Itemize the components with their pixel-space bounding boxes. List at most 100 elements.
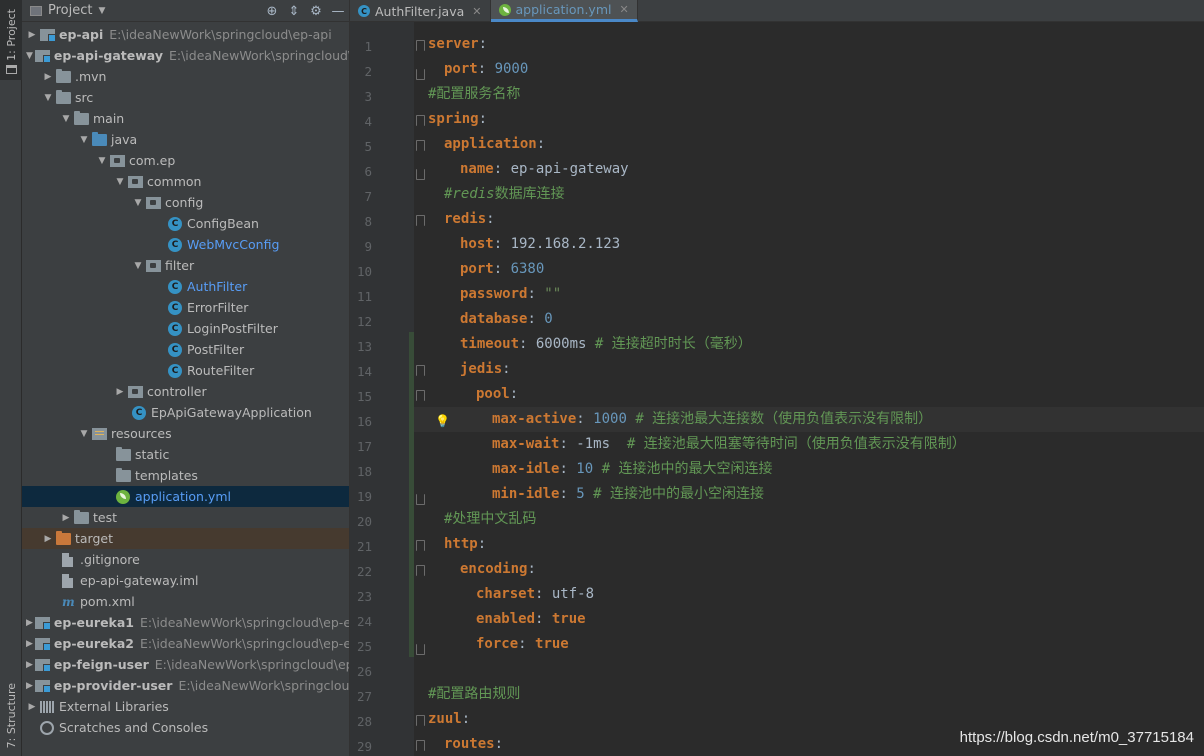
tree-item-ep-api[interactable]: ▶ ep-api E:\ideaNewWork\springcloud\ep-a…: [22, 24, 349, 45]
chevron-right-icon[interactable]: ▶: [26, 618, 33, 628]
tree-item-errorfilter[interactable]: C ErrorFilter: [22, 297, 349, 318]
code-line[interactable]: server:: [428, 32, 487, 57]
tree-item-epapigatewayapplication[interactable]: C EpApiGatewayApplication: [22, 402, 349, 423]
chevron-down-icon[interactable]: ▼: [132, 198, 144, 208]
close-icon[interactable]: ✕: [619, 3, 628, 16]
chevron-right-icon[interactable]: ▶: [60, 513, 72, 523]
code-line[interactable]: spring:: [428, 107, 487, 132]
tree-item-loginpostfilter[interactable]: C LoginPostFilter: [22, 318, 349, 339]
code-line[interactable]: http:: [444, 532, 486, 557]
chevron-right-icon[interactable]: ▶: [114, 387, 126, 397]
fold-toggle-icon[interactable]: [416, 740, 425, 751]
code-line[interactable]: max-idle: 10 # 连接池中的最大空闲连接: [492, 457, 772, 482]
tree-item-controller[interactable]: ▶ controller: [22, 381, 349, 402]
code-line[interactable]: redis:: [444, 207, 495, 232]
tree-item-iml[interactable]: ep-api-gateway.iml: [22, 570, 349, 591]
tab-authfilter-java[interactable]: C AuthFilter.java ✕: [350, 0, 491, 22]
chevron-down-icon[interactable]: ▼: [60, 114, 72, 124]
fold-toggle-icon[interactable]: [416, 390, 425, 401]
tab-application-yml[interactable]: application.yml ✕: [490, 0, 638, 22]
chevron-down-icon[interactable]: ▼: [98, 6, 105, 16]
code-line[interactable]: password: "": [460, 282, 561, 307]
fold-toggle-icon[interactable]: [416, 40, 425, 51]
chevron-right-icon[interactable]: ▶: [26, 30, 38, 40]
structure-tool-tab[interactable]: 7: Structure: [0, 668, 22, 752]
tree-item-ep-api-gateway[interactable]: ▼ ep-api-gateway E:\ideaNewWork\springcl…: [22, 45, 349, 66]
fold-end-icon[interactable]: [416, 169, 425, 180]
chevron-right-icon[interactable]: ▶: [42, 534, 54, 544]
chevron-down-icon[interactable]: ▼: [78, 429, 90, 439]
tree-item-ep-provider-user[interactable]: ▶ ep-provider-user E:\ideaNewWork\spring…: [22, 675, 349, 696]
gear-icon[interactable]: ⚙: [305, 0, 327, 22]
tree-item-static[interactable]: static: [22, 444, 349, 465]
tree-item-ep-feign-user[interactable]: ▶ ep-feign-user E:\ideaNewWork\springclo…: [22, 654, 349, 675]
code-line[interactable]: pool:: [476, 382, 518, 407]
chevron-down-icon[interactable]: ▼: [78, 135, 90, 145]
code-line[interactable]: timeout: 6000ms # 连接超时时长（毫秒）: [460, 332, 752, 357]
code-line[interactable]: routes:: [444, 732, 503, 756]
code-line[interactable]: max-wait: -1ms # 连接池最大阻塞等待时间（使用负值表示没有限制）: [492, 432, 966, 457]
chevron-down-icon[interactable]: ▼: [42, 93, 54, 103]
fold-toggle-icon[interactable]: [416, 115, 425, 126]
tree-item-mvn[interactable]: ▶ .mvn: [22, 66, 349, 87]
tree-item-main[interactable]: ▼ main: [22, 108, 349, 129]
chevron-down-icon[interactable]: ▼: [96, 156, 108, 166]
locate-file-icon[interactable]: ⊕: [261, 0, 283, 22]
code-line[interactable]: host: 192.168.2.123: [460, 232, 620, 257]
fold-end-icon[interactable]: [416, 644, 425, 655]
code-line[interactable]: #配置服务名称: [428, 82, 520, 107]
tree-item-postfilter[interactable]: C PostFilter: [22, 339, 349, 360]
tree-item-src[interactable]: ▼ src: [22, 87, 349, 108]
tree-item-filter[interactable]: ▼ filter: [22, 255, 349, 276]
fold-toggle-icon[interactable]: [416, 365, 425, 376]
code-line[interactable]: name: ep-api-gateway: [460, 157, 629, 182]
fold-end-icon[interactable]: [416, 69, 425, 80]
chevron-right-icon[interactable]: ▶: [26, 639, 33, 649]
project-tool-tab[interactable]: 1: Project: [0, 0, 22, 80]
tree-item-webmvcconfig[interactable]: C WebMvcConfig: [22, 234, 349, 255]
chevron-right-icon[interactable]: ▶: [26, 702, 38, 712]
code-line[interactable]: max-active: 1000 # 连接池最大连接数（使用负值表示没有限制）: [492, 407, 932, 432]
tree-item-templates[interactable]: templates: [22, 465, 349, 486]
code-line[interactable]: jedis:: [460, 357, 511, 382]
code-line[interactable]: zuul:: [428, 707, 470, 732]
tree-item-authfilter[interactable]: C AuthFilter: [22, 276, 349, 297]
tree-item-ep-eureka1[interactable]: ▶ ep-eureka1 E:\ideaNewWork\springcloud\…: [22, 612, 349, 633]
chevron-right-icon[interactable]: ▶: [42, 72, 54, 82]
tree-item-java[interactable]: ▼ java: [22, 129, 349, 150]
tree-item-com-ep[interactable]: ▼ com.ep: [22, 150, 349, 171]
code-line[interactable]: #redis数据库连接: [444, 182, 565, 207]
chevron-right-icon[interactable]: ▶: [26, 660, 33, 670]
fold-toggle-icon[interactable]: [416, 540, 425, 551]
code-line[interactable]: database: 0: [460, 307, 553, 332]
code-line[interactable]: #处理中文乱码: [444, 507, 536, 532]
lightbulb-icon[interactable]: 💡: [435, 414, 450, 428]
chevron-down-icon[interactable]: ▼: [114, 177, 126, 187]
collapse-all-icon[interactable]: ⇕: [283, 0, 305, 22]
code-line[interactable]: force: true: [476, 632, 569, 657]
tree-item-routefilter[interactable]: C RouteFilter: [22, 360, 349, 381]
tree-item-pom-xml[interactable]: m pom.xml: [22, 591, 349, 612]
chevron-down-icon[interactable]: ▼: [26, 51, 33, 61]
chevron-down-icon[interactable]: ▼: [132, 261, 144, 271]
tree-item-target[interactable]: ▶ target: [22, 528, 349, 549]
code-line[interactable]: charset: utf-8: [476, 582, 594, 607]
tree-item-application-yml[interactable]: application.yml: [22, 486, 349, 507]
tree-item-common[interactable]: ▼ common: [22, 171, 349, 192]
fold-toggle-icon[interactable]: [416, 215, 425, 226]
code-line[interactable]: application:: [444, 132, 545, 157]
tree-item-gitignore[interactable]: .gitignore: [22, 549, 349, 570]
tree-item-scratches[interactable]: Scratches and Consoles: [22, 717, 349, 738]
fold-end-icon[interactable]: [416, 494, 425, 505]
fold-toggle-icon[interactable]: [416, 715, 425, 726]
code-line[interactable]: port: 6380: [460, 257, 544, 282]
fold-toggle-icon[interactable]: [416, 565, 425, 576]
project-view-title[interactable]: Project: [48, 3, 92, 18]
code-line[interactable]: min-idle: 5 # 连接池中的最小空闲连接: [492, 482, 764, 507]
fold-toggle-icon[interactable]: [416, 140, 425, 151]
tree-item-configbean[interactable]: C ConfigBean: [22, 213, 349, 234]
code-line[interactable]: encoding:: [460, 557, 536, 582]
hide-panel-icon[interactable]: —: [327, 0, 349, 22]
tree-item-resources[interactable]: ▼ resources: [22, 423, 349, 444]
tree-item-config[interactable]: ▼ config: [22, 192, 349, 213]
